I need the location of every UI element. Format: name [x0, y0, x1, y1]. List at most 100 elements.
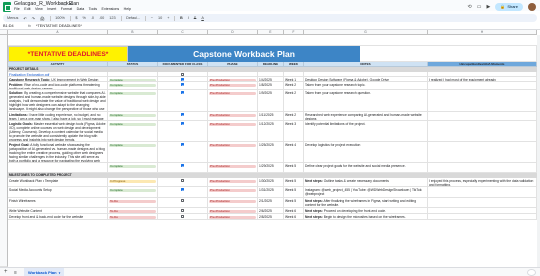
detail-row-5-cell-deadline[interactable]: 1/12/2025: [258, 121, 284, 142]
milestone-row-0-cell-activity[interactable]: Create Workback Plan • Template: [8, 178, 108, 187]
milestone-row-4-cell-status[interactable]: To-Do: [108, 214, 158, 220]
detail-row-5-cell-week[interactable]: Week 3: [284, 121, 304, 142]
milestone-row-2-cell-deadline[interactable]: 2/1/2025: [258, 198, 284, 208]
row-header-strip[interactable]: [0, 35, 8, 267]
detail-row-4-cell-week[interactable]: Week 2: [284, 112, 304, 121]
comment-icon[interactable]: ▭: [477, 4, 482, 10]
phase-dropdown[interactable]: Pre-Production: [209, 113, 256, 118]
menu-edit[interactable]: Edit: [24, 7, 30, 11]
detail-row-7-cell-deadline[interactable]: 1/29/2025: [258, 163, 284, 173]
detail-row-6-cell-hiccups[interactable]: [428, 142, 537, 163]
milestone-row-1-cell-status[interactable]: Complete: [108, 187, 158, 198]
add-sheet-icon[interactable]: +: [4, 269, 8, 275]
documented-checkbox[interactable]: [180, 82, 185, 86]
milestone-row-4-cell-hiccups[interactable]: [428, 214, 537, 220]
detail-row-6-cell-notes[interactable]: Develop logistics for project execution: [304, 142, 428, 163]
phase-dropdown[interactable]: Pre-Production: [209, 188, 256, 193]
documented-checkbox[interactable]: [180, 163, 185, 167]
milestone-row-2-cell-week[interactable]: Week 5: [284, 198, 304, 208]
empty-rows[interactable]: [8, 35, 537, 46]
detail-row-2-cell-deadline[interactable]: 1/8/2025: [258, 82, 284, 90]
sheet-tab-workback-plan[interactable]: Workback Plan ▾: [24, 268, 64, 276]
detail-row-4-cell-notes[interactable]: Researched web experience comparing AI-g…: [304, 112, 428, 121]
detail-row-4-cell-activity[interactable]: Limitations: I have little coding experi…: [8, 112, 108, 121]
phase-dropdown[interactable]: Pre-Production: [209, 91, 256, 96]
phase-dropdown[interactable]: Pre-Production: [209, 199, 256, 204]
print-icon[interactable]: 🖨: [40, 16, 45, 21]
detail-row-3-cell-week[interactable]: Week 2: [284, 90, 304, 112]
milestone-row-0-cell-phase[interactable]: Pre-Production: [208, 178, 258, 187]
sheets-logo-icon[interactable]: [3, 2, 11, 12]
detail-row-7-cell-status[interactable]: Complete: [108, 163, 158, 173]
detail-row-4-cell-deadline[interactable]: 1/11/2025: [258, 112, 284, 121]
detail-row-6-cell-week[interactable]: Week 4: [284, 142, 304, 163]
detail-row-5-cell-activity[interactable]: Logistic Goals: Master essential web des…: [8, 121, 108, 142]
documented-checkbox[interactable]: [180, 208, 185, 212]
history-icon[interactable]: ⟲: [468, 4, 472, 10]
detail-row-6-cell-phase[interactable]: Pre-Production: [208, 142, 258, 163]
milestone-row-0-cell-status[interactable]: In Progress: [108, 178, 158, 187]
milestone-row-4-cell-phase[interactable]: Pre-Production: [208, 214, 258, 220]
phase-dropdown[interactable]: Pre-Production: [209, 215, 256, 219]
tentative-deadlines-banner[interactable]: *TENTATIVE DEADLINES*: [8, 46, 128, 62]
milestone-row-1-cell-phase[interactable]: Pre-Production: [208, 187, 258, 198]
meet-icon[interactable]: ▶: [486, 4, 490, 10]
documented-checkbox[interactable]: [180, 178, 185, 182]
detail-row-3-cell-status[interactable]: Complete: [108, 90, 158, 112]
explore-icon[interactable]: [527, 269, 536, 276]
menu-file[interactable]: File: [14, 7, 20, 11]
milestone-row-0-cell-hiccups[interactable]: I enjoyed this process, especially exper…: [428, 178, 537, 187]
detail-row-3-cell-hiccups[interactable]: [428, 90, 537, 112]
decrease-decimal-button[interactable]: .0: [91, 16, 94, 20]
banner-empty-cell[interactable]: [360, 46, 537, 62]
detail-row-5-cell-status[interactable]: Complete: [108, 121, 158, 142]
menu-insert[interactable]: Insert: [47, 7, 56, 11]
phase-dropdown[interactable]: Pre-Production: [209, 209, 256, 213]
detail-row-5-cell-phase[interactable]: Pre-Production: [208, 121, 258, 142]
milestone-row-1-cell-week[interactable]: Week 5: [284, 187, 304, 198]
detail-row-6-cell-deadline[interactable]: 1/25/2025: [258, 142, 284, 163]
milestone-row-0-cell-notes[interactable]: Next steps: Outline tasks & create neces…: [304, 178, 428, 187]
documented-checkbox[interactable]: [180, 72, 185, 76]
font-size-input[interactable]: 10: [158, 16, 162, 20]
phase-dropdown[interactable]: Pre-Production: [209, 179, 256, 184]
activity-text[interactable]: Finalization Explanation.pdf: [9, 73, 49, 77]
milestone-row-2-cell-notes[interactable]: Next steps: After finalizing the wirefra…: [304, 198, 428, 208]
status-dropdown[interactable]: Complete: [109, 122, 156, 127]
detail-row-7-cell-phase[interactable]: Pre-Production: [208, 163, 258, 173]
detail-row-2-cell-activity[interactable]: Problem: Rise of no-code and low-code pl…: [8, 82, 108, 90]
milestone-row-1-cell-activity[interactable]: Social Media Accounts Setup: [8, 187, 108, 198]
detail-row-6-cell-checked[interactable]: [158, 142, 208, 163]
detail-row-2-cell-week[interactable]: Week 2: [284, 82, 304, 90]
redo-icon[interactable]: ↷: [32, 16, 35, 21]
phase-dropdown[interactable]: Pre-Production: [209, 143, 256, 148]
avatar[interactable]: [528, 2, 536, 11]
detail-row-6-cell-status[interactable]: Complete: [108, 142, 158, 163]
milestone-row-1-cell-checked[interactable]: [158, 187, 208, 198]
bold-button[interactable]: B: [180, 16, 183, 20]
detail-row-7-cell-activity[interactable]: [8, 163, 108, 173]
milestone-row-4-cell-week[interactable]: Week 6: [284, 214, 304, 220]
menu-format[interactable]: Format: [61, 7, 72, 11]
milestone-row-0-cell-week[interactable]: Week 5: [284, 178, 304, 187]
status-dropdown[interactable]: To-Do: [109, 199, 156, 204]
milestone-row-4-cell-deadline[interactable]: 2/8/2025: [258, 214, 284, 220]
menu-help[interactable]: Help: [124, 7, 131, 11]
detail-row-4-cell-phase[interactable]: Pre-Production: [208, 112, 258, 121]
detail-row-7-cell-week[interactable]: Week 5: [284, 163, 304, 173]
status-dropdown[interactable]: To-Do: [109, 209, 156, 213]
detail-row-2-cell-checked[interactable]: [158, 82, 208, 90]
italic-button[interactable]: I: [188, 16, 189, 20]
detail-row-2-cell-hiccups[interactable]: [428, 82, 537, 90]
documented-checkbox[interactable]: [180, 121, 185, 125]
documented-checkbox[interactable]: [180, 198, 185, 202]
milestone-row-0-cell-checked[interactable]: [158, 178, 208, 187]
zoom-select[interactable]: 100%: [55, 16, 65, 20]
menu-extensions[interactable]: Extensions: [102, 7, 120, 11]
status-dropdown[interactable]: Complete: [109, 83, 156, 88]
detail-row-2-cell-phase[interactable]: Pre-Production: [208, 82, 258, 90]
documented-checkbox[interactable]: [180, 112, 185, 116]
phase-dropdown[interactable]: Pre-Production: [209, 122, 256, 127]
menu-tools[interactable]: Tools: [89, 7, 97, 11]
detail-row-6-cell-activity[interactable]: Project Goal: A fully functional website…: [8, 142, 108, 163]
